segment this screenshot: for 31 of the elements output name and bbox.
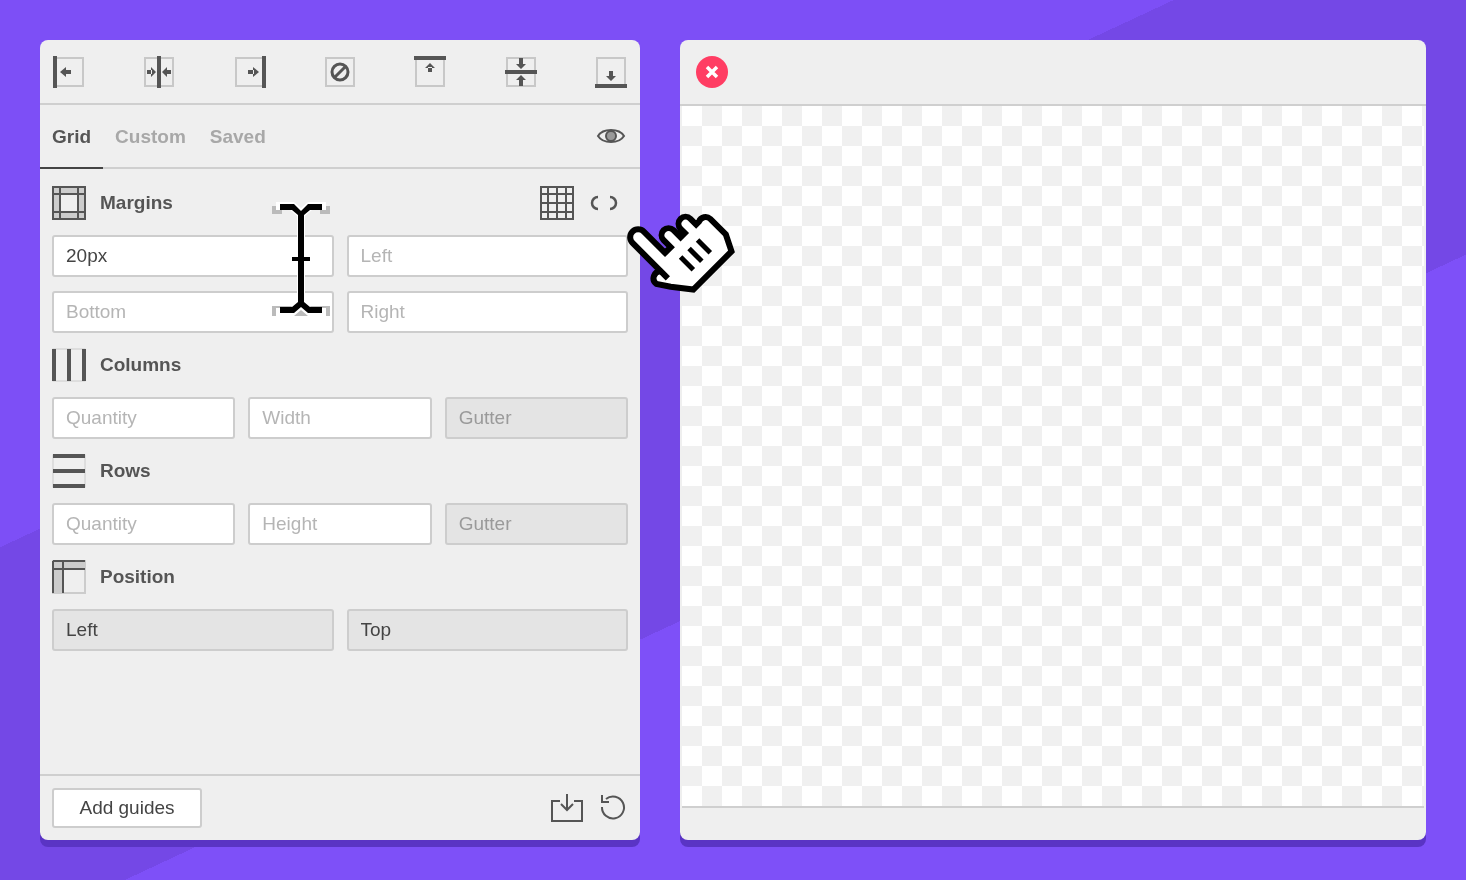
input-field[interactable]: Left	[346, 235, 628, 277]
layout-icon	[52, 560, 86, 594]
section-title: Rows	[100, 460, 151, 482]
grid-icon[interactable]	[540, 186, 574, 220]
eye-icon[interactable]	[596, 126, 626, 146]
rows-icon	[52, 454, 86, 488]
align-top-icon[interactable]	[413, 54, 448, 89]
input-field[interactable]: Width	[248, 397, 432, 439]
section-title: Columns	[100, 354, 182, 376]
input-field[interactable]: Height	[248, 503, 432, 545]
input-field[interactable]: 20px	[52, 235, 334, 277]
close-button[interactable]	[696, 56, 728, 88]
download-icon[interactable]	[550, 793, 584, 823]
align-right-icon[interactable]	[232, 54, 267, 89]
tab[interactable]: Grid	[40, 105, 104, 169]
add-guides-button[interactable]: Add guides	[52, 788, 202, 828]
align-left-icon[interactable]	[52, 54, 86, 89]
align-middle-icon[interactable]	[503, 54, 538, 89]
unlink-icon[interactable]	[588, 194, 620, 212]
section-title: Position	[100, 566, 175, 588]
grid-icon	[52, 186, 86, 220]
prohibited-icon[interactable]	[323, 54, 357, 89]
align-bottom-icon[interactable]	[593, 54, 628, 89]
close-icon	[705, 65, 719, 79]
section-title: Margins	[100, 192, 173, 214]
input-field[interactable]: Quantity	[52, 397, 236, 439]
align-center-icon[interactable]	[142, 54, 177, 89]
columns-icon	[52, 348, 86, 382]
input-field[interactable]: Bottom	[52, 291, 334, 333]
input-field[interactable]: Right	[346, 291, 628, 333]
input-field[interactable]: Quantity	[52, 503, 236, 545]
